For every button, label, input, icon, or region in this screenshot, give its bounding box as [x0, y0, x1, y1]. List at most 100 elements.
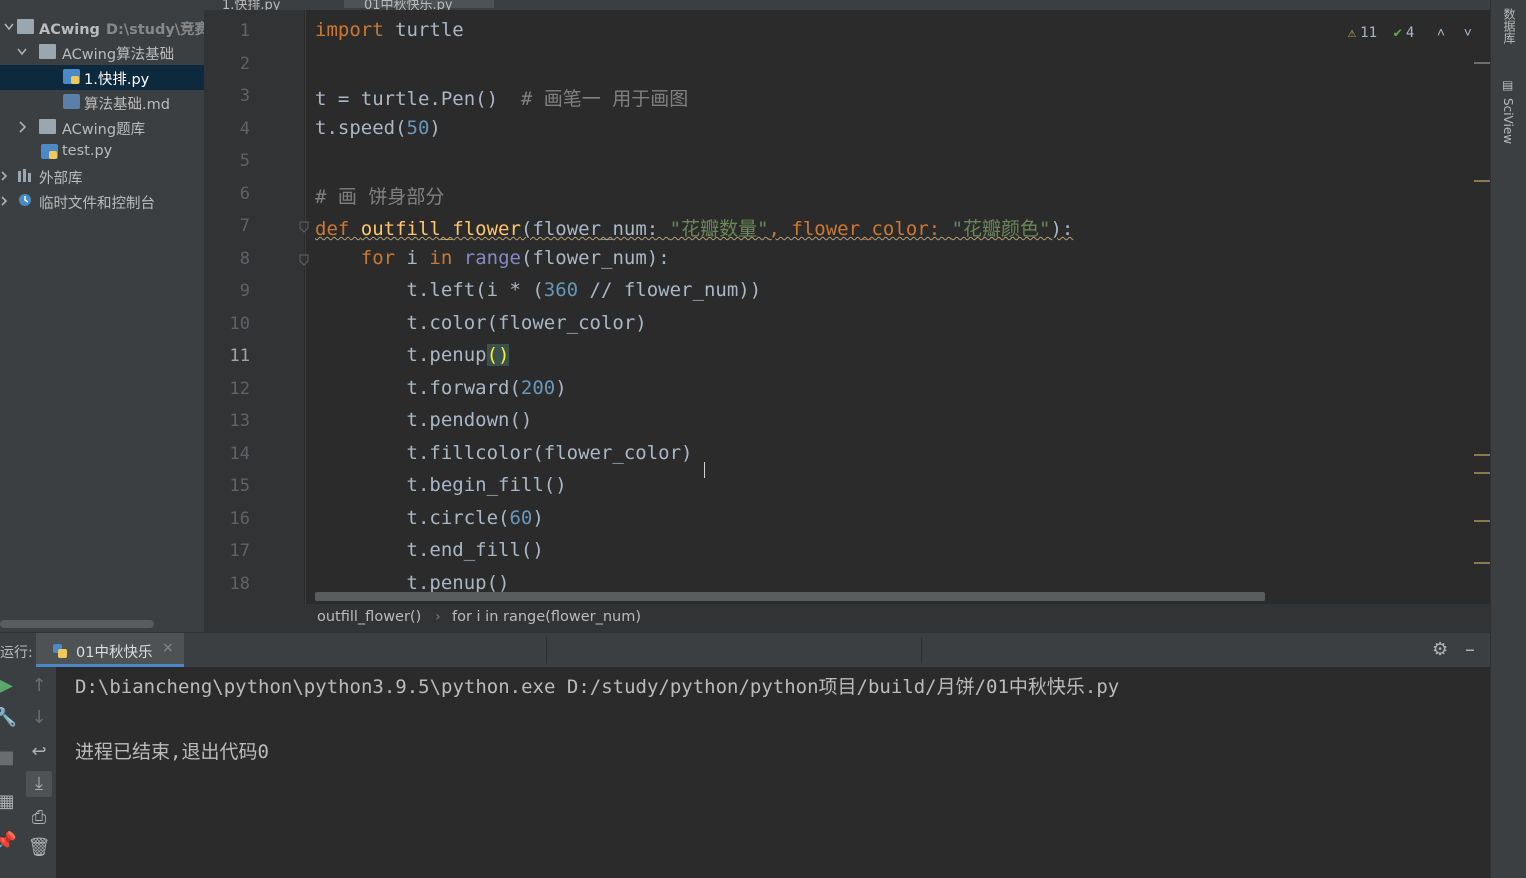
divider [546, 637, 547, 663]
code-line: t.left(i * (360 // flower_num)) [315, 279, 762, 301]
run-label: 运行: [0, 645, 33, 661]
up-arrow-icon[interactable]: ↑ [27, 675, 51, 696]
line-number: 17 [229, 541, 250, 561]
code-line: t.end_fill() [315, 539, 544, 561]
scratches-icon [19, 194, 31, 206]
chevron-right-icon[interactable] [17, 121, 27, 133]
rerun-icon[interactable]: ▶ [0, 675, 18, 696]
scroll-marker[interactable] [1474, 562, 1490, 564]
markdown-file-icon [63, 94, 80, 109]
down-arrow-icon[interactable]: ↓ [27, 707, 51, 728]
sciview-tool-label[interactable]: SciView [1501, 98, 1515, 144]
tree-item-acwing-basics[interactable]: ACwing算法基础 [0, 40, 204, 65]
database-tool-label[interactable]: 数据库 [1501, 8, 1518, 44]
inspection-widget[interactable]: ⚠ 11 ✔ 4 ˄ ˅ [1344, 25, 1472, 42]
tree-item-external-libs[interactable]: 外部库 [0, 164, 204, 189]
line-number: 18 [229, 574, 250, 594]
scroll-marker[interactable] [1474, 454, 1490, 456]
soft-wrap-icon[interactable]: ↩ [27, 741, 51, 762]
scroll-marker[interactable] [1474, 520, 1490, 522]
chevron-down-icon[interactable] [4, 21, 14, 33]
scroll-marker[interactable] [1474, 472, 1490, 474]
tree-item-acwing-problems[interactable]: ACwing题库 [0, 115, 204, 140]
breadcrumb-function[interactable]: outfill_flower() [317, 609, 421, 625]
code-line: t.color(flower_color) [315, 312, 647, 334]
code-line-current: t.penup() [315, 344, 510, 366]
stop-icon[interactable]: ■ [0, 747, 18, 768]
print-icon[interactable]: ⎙ [27, 807, 51, 828]
tree-item-label: test.py [62, 143, 113, 159]
run-panel-header: 运行: 01中秋快乐 × ⚙ – [0, 632, 1490, 667]
project-panel: ACwing D:\study\竞赛 ACwing算法基础 1.快排.py 算法基… [0, 0, 204, 632]
line-number: 2 [239, 54, 250, 74]
ok-count: 4 [1405, 25, 1415, 41]
next-highlight-icon[interactable]: ˅ [1464, 25, 1472, 41]
scroll-marker[interactable] [1474, 180, 1490, 182]
line-number: 4 [239, 119, 250, 139]
tree-item-label: 临时文件和控制台 [39, 196, 155, 212]
code-line: t.penup() [315, 572, 510, 594]
fold-icon[interactable] [299, 221, 309, 233]
check-icon: ✔ [1393, 25, 1402, 41]
run-toolbar: ▶ ↑ 🔧 ↓ ■ ↩ ⤓ ▦ ⎙ 📌 🗑 [0, 667, 56, 878]
line-number: 12 [229, 379, 250, 399]
editor-tabs: 1.快排.py 01中秋快乐.py [204, 0, 1490, 10]
line-number: 9 [239, 281, 250, 301]
folder-icon [39, 119, 56, 134]
python-file-icon [41, 144, 58, 159]
chevron-down-icon[interactable] [17, 46, 27, 58]
run-tab[interactable]: 01中秋快乐 × [36, 633, 184, 667]
scroll-to-end-icon[interactable]: ⤓ [27, 773, 51, 794]
python-file-icon [63, 69, 80, 84]
matched-brace: () [486, 344, 510, 366]
console-exit-message: 进程已结束,退出代码0 [75, 741, 269, 763]
line-number: 8 [239, 249, 250, 269]
console-command: D:\biancheng\python\python3.9.5\python.e… [75, 676, 1120, 698]
line-number: 7 [239, 216, 250, 236]
chevron-right-icon[interactable] [0, 195, 10, 207]
breadcrumb: outfill_flower() › for i in range(flower… [204, 604, 1490, 632]
line-gutter: 1 2 3 4 5 6 7 8 9 10 11 12 13 14 15 16 1… [204, 10, 304, 604]
line-number: 1 [239, 21, 250, 41]
tree-item-basics-md[interactable]: 算法基础.md [0, 90, 204, 115]
tree-item-label: 1.快排.py [84, 72, 150, 88]
folder-icon [39, 44, 56, 59]
breadcrumb-loop[interactable]: for i in range(flower_num) [452, 609, 641, 625]
fold-icon[interactable] [299, 254, 309, 266]
chevron-right-icon[interactable] [0, 170, 10, 182]
tree-item-test-py[interactable]: test.py [0, 140, 204, 165]
warning-count: 11 [1360, 25, 1377, 41]
trash-icon[interactable]: 🗑 [27, 837, 51, 858]
tab-mid-autumn[interactable]: 01中秋快乐.py [344, 0, 494, 10]
gear-icon[interactable]: ⚙ [1432, 639, 1448, 660]
scroll-marker[interactable] [1474, 62, 1490, 64]
code-line: def outfill_flower(flower_num: "花瓣数量", f… [315, 218, 1074, 240]
root-name: ACwing [39, 22, 100, 38]
layout-icon[interactable]: ▦ [0, 791, 18, 812]
previous-highlight-icon[interactable]: ˄ [1437, 25, 1445, 41]
tree-item-quicksort[interactable]: 1.快排.py [0, 65, 204, 90]
library-icon [18, 169, 31, 182]
line-number: 6 [239, 184, 250, 204]
editor-horizontal-scrollbar[interactable] [315, 592, 1265, 601]
tree-root[interactable]: ACwing D:\study\竞赛 [0, 15, 204, 40]
run-console[interactable]: D:\biancheng\python\python3.9.5\python.e… [0, 667, 1490, 878]
tree-item-scratches[interactable]: 临时文件和控制台 [0, 189, 204, 214]
pin-icon[interactable]: 📌 [0, 831, 18, 852]
wrench-icon[interactable]: 🔧 [0, 707, 18, 728]
code-editor[interactable]: 1 2 3 4 5 6 7 8 9 10 11 12 13 14 15 16 1… [204, 10, 1490, 604]
close-icon[interactable]: × [162, 640, 174, 656]
line-number: 3 [239, 86, 250, 106]
code-line: t.speed(50) [315, 117, 441, 139]
tab-quicksort[interactable]: 1.快排.py [222, 0, 280, 10]
code-line: t.pendown() [315, 409, 533, 431]
root-path: D:\study\竞赛 [105, 22, 204, 38]
project-horizontal-scrollbar[interactable] [0, 620, 154, 628]
code-line: t = turtle.Pen() # 画笔一 用于画图 [315, 88, 689, 110]
minimize-icon[interactable]: – [1465, 637, 1475, 661]
sciview-icon[interactable]: ▤ [1502, 78, 1513, 92]
divider [921, 637, 922, 663]
line-number: 15 [229, 476, 250, 496]
folder-icon [17, 19, 34, 34]
run-tab-label: 01中秋快乐 [76, 645, 153, 661]
